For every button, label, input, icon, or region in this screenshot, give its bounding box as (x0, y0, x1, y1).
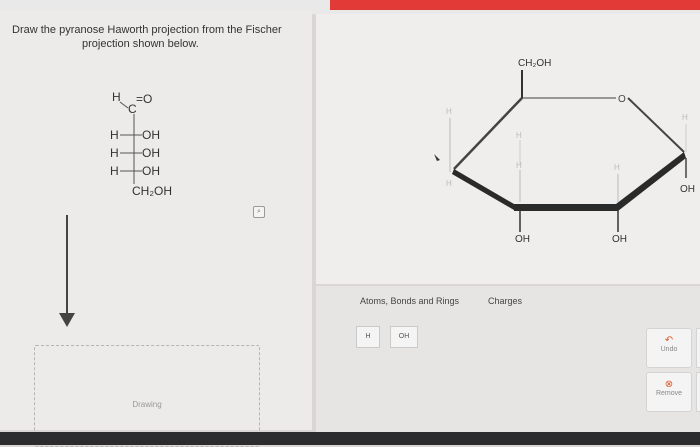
label-oh-far-right: OH (680, 184, 695, 195)
label-h-c3: H (516, 131, 522, 140)
edge-button-top[interactable] (696, 328, 700, 368)
question-text-line1: Draw the pyranose Haworth projection fro… (12, 24, 282, 36)
label-h-c4: H (614, 163, 620, 172)
label-ch2oh: CH₂OH (518, 58, 551, 69)
drawing-label: Drawing (132, 400, 162, 409)
undo-label: Undo (660, 346, 678, 353)
ring-bond-left-lower (452, 169, 514, 210)
tab-charges[interactable]: Charges (488, 296, 522, 306)
question-text-line2: projection shown below. (82, 38, 199, 50)
ring-bond-right-lower (616, 152, 686, 211)
cursor-icon (434, 154, 440, 161)
tab-atoms-bonds-rings[interactable]: Atoms, Bonds and Rings (360, 296, 459, 306)
label-h-left-top: H (446, 107, 452, 116)
undo-button[interactable]: ↶ Undo (646, 328, 692, 368)
undo-icon: ↶ (664, 335, 674, 346)
label-oh-left: OH (515, 234, 530, 245)
bottom-strip (0, 432, 700, 445)
label-h-c2: H (516, 161, 522, 170)
label-oh-right: OH (612, 234, 627, 245)
haworth-ring: CH₂OH O OH OH OH H H H H H H (434, 58, 695, 245)
ring-bond-right-upper (627, 97, 685, 153)
accent-red-bar (330, 0, 700, 10)
fischer-projection: H C =O H OH H OH H OH CH₂OH (100, 88, 220, 208)
label-h-right: H (682, 113, 688, 122)
remove-icon: ⊗ (664, 379, 674, 390)
fischer-bonds (119, 101, 142, 184)
tool-h-button[interactable]: H (356, 326, 380, 348)
ring-bond-bottom (514, 204, 618, 211)
question-panel: Draw the pyranose Haworth projection fro… (0, 10, 312, 447)
label-ring-o: O (618, 94, 626, 105)
zoom-icon[interactable]: ⌕ (253, 206, 265, 218)
ring-bond-left-upper (453, 97, 523, 170)
remove-label: Remove (655, 390, 683, 397)
edge-button-bottom[interactable] (696, 372, 700, 412)
down-arrow-icon (59, 215, 75, 327)
remove-button[interactable]: ⊗ Remove (646, 372, 692, 412)
tool-palette: Atoms, Bonds and Rings Charges H OH ↶ Un… (316, 286, 700, 436)
haworth-canvas[interactable]: CH₂OH O OH OH OH H H H H H H (316, 14, 700, 284)
label-h-left-bottom: H (446, 179, 452, 188)
tool-oh-button[interactable]: OH (390, 326, 418, 348)
